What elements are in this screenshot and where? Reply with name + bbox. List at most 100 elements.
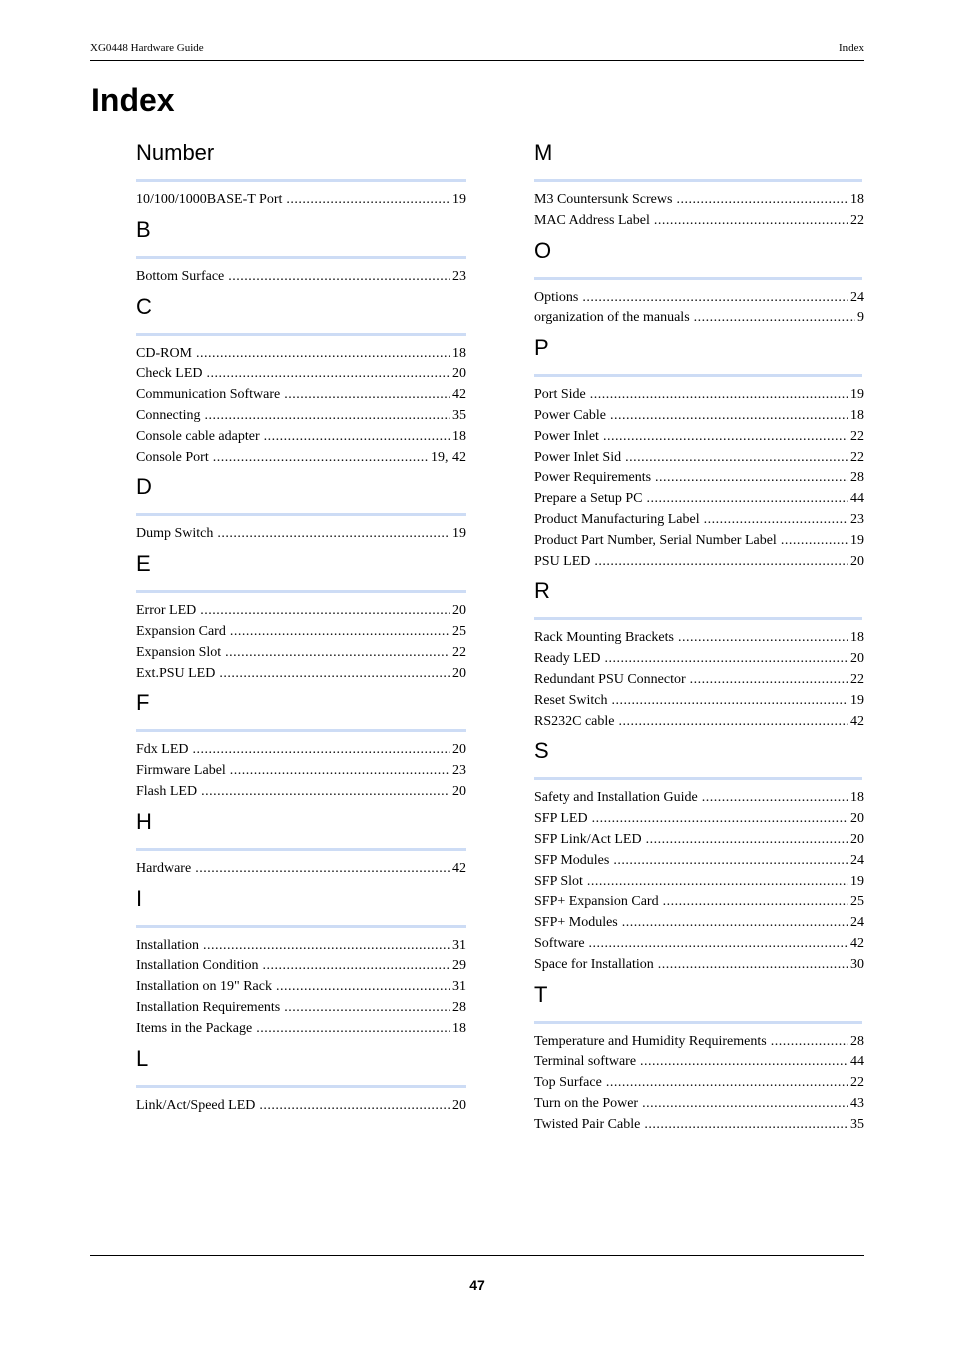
section-divider [534,179,862,182]
entry-term: SFP LED [534,811,588,827]
entry-term: Temperature and Humidity Requirements [534,1033,767,1049]
index-section: C CD-ROM 18 Check LED 20 Communication Softwa… [136,290,466,469]
dot-leader [203,936,450,957]
entry-page-number: 20 [850,651,864,667]
index-entry: Dump Switch 19 [136,524,466,545]
entry-term: Items in the Package [136,1020,253,1036]
page-number: 47 [469,1277,485,1293]
entry-page-number: 42 [452,860,466,876]
dot-leader [610,406,848,427]
entry-page-number: 9 [857,310,864,326]
index-entry: Ready LED 20 [534,649,864,670]
entry-term: 10/100/1000BASE-T Port [136,192,283,207]
entry-page-number: 18 [850,407,864,423]
entry-term: Check LED [136,366,203,382]
dot-leader [622,913,848,934]
index-entry: Top Surface 22 [534,1073,864,1094]
index-entry: Reset Switch 19 [534,691,864,712]
dot-leader [694,308,855,329]
dot-leader [702,788,848,809]
entry-term: Console cable adapter [136,428,260,444]
index-section: L Link/Act/Speed LED 20 [136,1042,466,1117]
entry-page-number: 22 [850,428,864,444]
entry-page-number: 24 [850,852,864,868]
dot-leader [644,1115,848,1136]
entry-term: Expansion Card [136,623,226,639]
entry-term: Reset Switch [534,692,608,708]
entry-page-number: 23 [452,268,466,284]
entry-page-number: 25 [452,623,466,639]
section-divider [136,924,466,928]
entry-term: Expansion Slot [136,644,222,660]
entry-term: RS232C cable [534,713,615,729]
index-entry: Power Cable 18 [534,406,864,427]
index-entry: Console Port 19, 42 [136,448,466,469]
entry-page-number: 24 [850,915,864,931]
entry-page-number: 25 [850,894,864,910]
section-heading: M [534,140,553,165]
entry-term: SFP Modules [534,852,610,868]
index-entry: RS232C cable 42 [534,712,864,733]
entry-term: SFP Slot [534,873,583,889]
dot-leader [594,552,848,573]
dot-leader [678,628,848,649]
entry-page-number: 19 [452,192,466,207]
index-entry: M3 Countersunk Screws 18 [534,190,864,211]
dot-leader [606,1073,848,1094]
section-heading: E [136,551,151,577]
entry-page-number: 22 [850,671,864,687]
dot-leader [663,892,848,913]
index-section: IInstallation31Installation Condition29I… [136,882,466,1040]
entry-page-number: 22 [452,644,466,660]
dot-leader [205,406,450,427]
index-entry: Bottom Surface 23 [136,267,466,288]
entry-page-number: 23 [850,511,864,527]
index-entry: Items in the Package 18 [136,1019,466,1040]
entry-term: Power Requirements [534,470,652,486]
section-divider [136,590,466,594]
dot-leader [206,364,450,385]
entry-term: SFP Link/Act LED [534,831,642,847]
entry-term: CD-ROM [136,345,193,361]
entry-page-number: 44 [850,491,864,507]
entry-page-number: 43 [850,1095,864,1111]
section-heading: O [534,237,552,263]
entry-page-number: 31 [452,937,466,953]
index-entry: Rack Mounting Brackets 18 [534,628,864,649]
page-title: Index [91,82,175,118]
index-entry: PSU LED 20 [534,552,864,573]
index-entry: Product Manufacturing Label 23 [534,510,864,531]
entry-term: M3 Countersunk Screws [534,192,673,207]
index-entry: SFP+ Modules 24 [534,913,864,934]
index-section: Number 10/100/1000BASE-T Port 19 [136,136,466,211]
index-entry: Power Inlet Sid 22 [534,448,864,469]
section-divider [534,1020,862,1024]
entry-page-number: 22 [850,212,864,228]
dot-leader [264,427,450,448]
entry-page-number: 35 [850,1116,864,1132]
entry-page-number: 20 [452,783,466,799]
entry-term: Console Port [136,449,209,465]
index-entry: Options 24 [534,288,864,309]
entry-page-number: 18 [452,428,466,444]
index-section: H Hardware 42 [136,805,466,880]
entry-term: Connecting [136,407,201,423]
entry-term: Redundant PSU Connector [534,671,686,687]
section-divider [534,617,862,621]
entry-page-number: 28 [452,999,466,1015]
dot-leader [256,1019,450,1040]
entry-page-number: 18 [452,345,466,361]
entry-term: Fdx LED [136,742,189,758]
running-header: XG0448 Hardware Guide Index [90,40,864,61]
dot-leader [676,190,848,211]
index-entry: Power Inlet 22 [534,427,864,448]
entry-term: Power Inlet [534,428,599,444]
section-divider [136,1084,466,1088]
section-heading: H [136,808,152,834]
section-heading: B [136,216,151,242]
index-entry: Prepare a Setup PC 44 [534,489,864,510]
entry-term: Link/Act/Speed LED [136,1097,256,1113]
entry-page-number: 18 [850,192,864,207]
dot-leader [625,448,848,469]
index-entry: SFP Link/Act LED 20 [534,830,864,851]
